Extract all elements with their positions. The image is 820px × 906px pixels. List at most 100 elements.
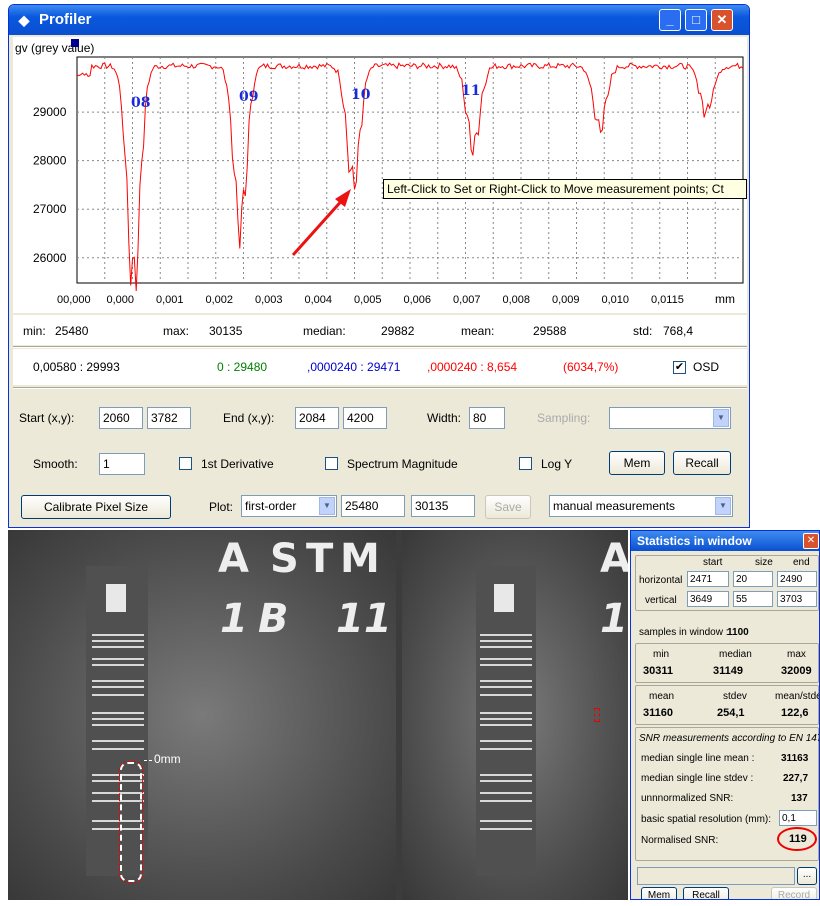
osd-checkbox[interactable]: ✔ bbox=[673, 361, 686, 374]
width-input[interactable]: 80 bbox=[469, 407, 505, 429]
spectrum-checkbox[interactable] bbox=[325, 457, 338, 470]
plot-min-input[interactable]: 25480 bbox=[341, 495, 405, 517]
save-button[interactable]: Save bbox=[485, 495, 531, 519]
v-start-input[interactable]: 3649 bbox=[687, 591, 729, 607]
x-tick-label: 0,002 bbox=[206, 294, 234, 306]
samples-value: 1100 bbox=[727, 627, 749, 638]
smooth-input[interactable]: 1 bbox=[99, 453, 145, 475]
selection-region[interactable] bbox=[594, 708, 600, 722]
annotation-leader bbox=[144, 760, 152, 761]
iqi-wire bbox=[92, 634, 144, 636]
xray-image[interactable]: A S T M 1 B 11 0mm A 1 bbox=[8, 530, 628, 900]
min-value: 30311 bbox=[643, 665, 673, 677]
sampling-select[interactable]: ▼ bbox=[609, 407, 731, 429]
iqi-marker-label: 11 bbox=[461, 83, 480, 99]
divider bbox=[13, 346, 747, 348]
percent-readout: (6034,7%) bbox=[563, 360, 619, 374]
iqi-marker bbox=[494, 584, 514, 612]
mean-value: 29588 bbox=[533, 324, 567, 338]
iqi-wire bbox=[480, 780, 532, 782]
green-readout: 0 : 29480 bbox=[217, 360, 268, 374]
astm-letter: T bbox=[306, 536, 334, 582]
astm-number: 1 bbox=[220, 596, 248, 642]
max-label: max: bbox=[163, 324, 190, 338]
x-tick-label: 0,0115 bbox=[651, 294, 684, 306]
recall-button[interactable]: Recall bbox=[683, 887, 729, 899]
end-x-input[interactable]: 2084 bbox=[295, 407, 339, 429]
v-size-input[interactable]: 55 bbox=[733, 591, 773, 607]
record-path-input[interactable] bbox=[637, 867, 795, 885]
selection-region[interactable] bbox=[119, 761, 143, 883]
close-icon[interactable]: ✕ bbox=[803, 533, 819, 549]
y-tick-label: 27000 bbox=[33, 202, 67, 216]
record-button[interactable]: Record bbox=[771, 887, 817, 899]
plot-select[interactable]: first-order ▼ bbox=[241, 495, 337, 517]
iqi-wire bbox=[480, 792, 532, 794]
mean-label: mean bbox=[649, 691, 675, 702]
line-chart[interactable]: 29000 28000 27000 26000 00,000 0,000 0,001 0,00… bbox=[13, 37, 747, 313]
plot-max-input[interactable]: 30135 bbox=[411, 495, 475, 517]
iqi-marker-label: 08 bbox=[131, 95, 150, 111]
unnormalized-label: unnnormalized SNR: bbox=[641, 793, 734, 804]
iqi-wire bbox=[480, 686, 532, 688]
maximize-button[interactable]: □ bbox=[685, 9, 707, 31]
iqi-wire bbox=[92, 686, 144, 688]
start-y-input[interactable]: 3782 bbox=[147, 407, 191, 429]
mean-label: mean: bbox=[461, 324, 495, 338]
v-end-input[interactable]: 3703 bbox=[777, 591, 817, 607]
log-y-checkbox[interactable] bbox=[519, 457, 532, 470]
x-tick-label: 00,000 bbox=[57, 294, 91, 306]
stats-title[interactable]: Statistics in window bbox=[631, 531, 819, 551]
h-size-input[interactable]: 20 bbox=[733, 571, 773, 587]
profiler-window: ◆ Profiler _ □ ✕ gv (grey value) 29000 28… bbox=[8, 4, 750, 528]
chevron-down-icon: ▼ bbox=[319, 497, 335, 515]
title-bar[interactable]: ◆ Profiler _ □ ✕ bbox=[9, 5, 749, 35]
iqi-wire bbox=[480, 664, 532, 666]
plot-value: first-order bbox=[245, 499, 297, 513]
mem-button[interactable]: Mem bbox=[609, 451, 665, 475]
iqi-wire bbox=[480, 694, 532, 696]
profiler-icon: ◆ bbox=[18, 12, 30, 28]
x-tick-label: 0,001 bbox=[156, 294, 184, 306]
bsr-label: basic spatial resolution (mm): bbox=[641, 814, 772, 825]
bsr-input[interactable]: 0,1 bbox=[779, 810, 817, 826]
iqi-wire bbox=[480, 774, 532, 776]
minimize-button[interactable]: _ bbox=[659, 9, 681, 31]
end-y-input[interactable]: 4200 bbox=[343, 407, 387, 429]
iqi-wire bbox=[480, 724, 532, 726]
browse-button[interactable]: ... bbox=[797, 867, 817, 885]
window-title: Profiler bbox=[39, 11, 92, 28]
horizontal-label: horizontal bbox=[639, 575, 683, 586]
recall-button[interactable]: Recall bbox=[673, 451, 731, 475]
astm-letter: S bbox=[270, 536, 299, 582]
first-derivative-checkbox[interactable] bbox=[179, 457, 192, 470]
msl-std-value: 227,7 bbox=[783, 773, 809, 784]
iqi-wire bbox=[480, 718, 532, 720]
stdev-value: 254,1 bbox=[717, 707, 745, 719]
max-label: max bbox=[787, 649, 806, 660]
mean-stdev-label: mean/stdev bbox=[775, 691, 819, 702]
mem-button[interactable]: Mem bbox=[641, 887, 677, 899]
x-tick-label: 0,008 bbox=[503, 294, 531, 306]
x-tick-label: 0,000 bbox=[107, 294, 135, 306]
close-button[interactable]: ✕ bbox=[711, 9, 733, 31]
spectrum-label: Spectrum Magnitude bbox=[347, 457, 458, 471]
iqi-wire bbox=[92, 664, 144, 666]
calibrate-button[interactable]: Calibrate Pixel Size bbox=[21, 495, 171, 519]
iqi-wire bbox=[480, 640, 532, 642]
msl-mean-value: 31163 bbox=[781, 753, 809, 764]
min-value: 25480 bbox=[55, 324, 89, 338]
iqi-wire bbox=[92, 724, 144, 726]
iqi-wire bbox=[480, 740, 532, 742]
iqi-marker-label: 09 bbox=[239, 89, 258, 105]
chevron-down-icon: ▼ bbox=[713, 409, 729, 427]
median-value: 31149 bbox=[713, 665, 743, 677]
start-label: Start (x,y): bbox=[19, 411, 75, 425]
iqi-wire bbox=[92, 658, 144, 660]
start-x-input[interactable]: 2060 bbox=[99, 407, 143, 429]
profile-plot[interactable]: gv (grey value) 29000 28000 27000 26000 00,0… bbox=[13, 37, 747, 313]
h-start-input[interactable]: 2471 bbox=[687, 571, 729, 587]
iqi-wire bbox=[480, 680, 532, 682]
h-end-input[interactable]: 2490 bbox=[777, 571, 817, 587]
mode-select[interactable]: manual measurements ▼ bbox=[549, 495, 733, 517]
